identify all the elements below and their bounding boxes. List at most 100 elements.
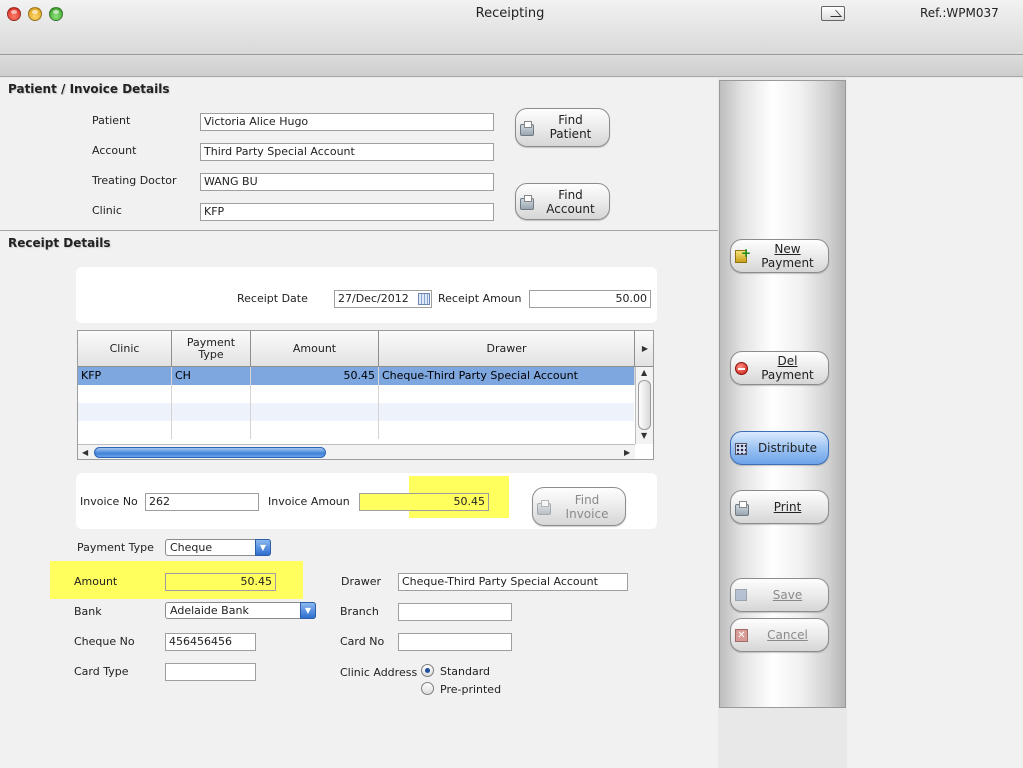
- new-payment-button[interactable]: + New Payment: [730, 239, 829, 273]
- cell-amount: 50.45: [251, 367, 379, 385]
- window-title: Receipting: [475, 6, 545, 21]
- radio-pre-printed-label: Pre-printed: [440, 683, 502, 696]
- arrow-up-icon[interactable]: ▲: [641, 368, 647, 377]
- cancel-label: Cancel: [767, 628, 808, 642]
- table-row[interactable]: KFP CH 50.45 Cheque-Third Party Special …: [78, 367, 635, 385]
- invoice-no-field[interactable]: 262: [145, 493, 259, 511]
- column-header-amount[interactable]: Amount: [251, 331, 379, 367]
- cancel-button[interactable]: ✕ Cancel: [730, 618, 829, 652]
- cell-empty: [251, 403, 379, 421]
- cell-empty: [172, 421, 251, 439]
- find-account-button[interactable]: Find Account: [515, 183, 610, 220]
- payment-type-label: Payment Type: [77, 541, 154, 554]
- branch-field[interactable]: [398, 603, 512, 621]
- clinic-field[interactable]: KFP: [200, 203, 494, 221]
- invoice-amount-field[interactable]: 50.45: [359, 493, 489, 511]
- bank-select[interactable]: Adelaide Bank ▼: [165, 602, 316, 619]
- arrow-down-icon[interactable]: ▼: [641, 431, 647, 440]
- bank-label: Bank: [74, 605, 102, 618]
- arrow-left-icon[interactable]: ◀: [82, 448, 88, 457]
- card-no-label: Card No: [340, 635, 385, 648]
- cell-drawer: Cheque-Third Party Special Account: [379, 367, 635, 385]
- treating-doctor-label: Treating Doctor: [92, 174, 177, 187]
- zoom-window-button[interactable]: [49, 7, 63, 21]
- del-payment-line1-text: Del: [777, 354, 798, 368]
- column-header-clinic[interactable]: Clinic: [78, 331, 172, 367]
- card-no-field[interactable]: [398, 633, 512, 651]
- calculator-icon: [735, 443, 747, 455]
- payments-table[interactable]: Clinic Payment Type Amount Drawer ▶ KFP …: [77, 330, 654, 460]
- find-patient-button[interactable]: Find Patient: [515, 108, 610, 147]
- receipt-date-field[interactable]: 27/Dec/2012: [334, 290, 432, 308]
- printer-icon: [735, 501, 749, 516]
- del-payment-button[interactable]: Del Payment: [730, 351, 829, 385]
- cell-empty: [251, 421, 379, 439]
- new-document-icon: +: [735, 247, 751, 263]
- chevron-down-icon[interactable]: ▼: [300, 602, 316, 619]
- chevron-right-icon: ▶: [641, 343, 649, 353]
- close-window-button[interactable]: [7, 7, 21, 21]
- chevron-down-icon[interactable]: ▼: [255, 539, 271, 556]
- column-scroll-right[interactable]: ▶: [635, 331, 653, 367]
- clinic-address-label: Clinic Address: [340, 666, 418, 679]
- branch-label: Branch: [340, 605, 379, 618]
- cell-empty: [78, 403, 172, 421]
- printer-icon: [520, 121, 534, 136]
- drawer-field[interactable]: Cheque-Third Party Special Account: [398, 573, 628, 591]
- table-horizontal-scrollbar[interactable]: ◀ ▶: [78, 444, 635, 459]
- table-vertical-scrollbar[interactable]: ▲ ▼: [635, 367, 653, 444]
- receipt-section-title: Receipt Details: [8, 236, 111, 250]
- account-field[interactable]: Third Party Special Account: [200, 143, 494, 161]
- print-button[interactable]: Print: [730, 490, 829, 524]
- find-patient-line1: Find: [558, 113, 583, 127]
- vertical-scroll-thumb[interactable]: [638, 380, 651, 430]
- patient-label: Patient: [92, 114, 131, 127]
- printer-icon: [520, 195, 534, 210]
- minimize-window-button[interactable]: [28, 7, 42, 21]
- cheque-no-label: Cheque No: [74, 635, 135, 648]
- new-payment-line2: Payment: [761, 256, 814, 270]
- receipt-amount-field[interactable]: 50.00: [529, 290, 651, 308]
- table-row-empty[interactable]: [78, 403, 634, 421]
- treating-doctor-field[interactable]: WANG BU: [200, 173, 494, 191]
- toolbar-toggle-button[interactable]: [821, 6, 845, 21]
- receipt-amount-label: Receipt Amoun: [438, 292, 522, 305]
- find-account-line2: Account: [546, 202, 595, 216]
- column-header-drawer[interactable]: Drawer: [379, 331, 635, 367]
- save-button[interactable]: Save: [730, 578, 829, 612]
- cheque-no-field[interactable]: 456456456: [165, 633, 256, 651]
- window-background: [847, 78, 1023, 768]
- horizontal-scroll-thumb[interactable]: [94, 447, 326, 458]
- invoice-amount-label: Invoice Amoun: [268, 495, 350, 508]
- bank-value: Adelaide Bank: [170, 604, 249, 617]
- patient-field[interactable]: Victoria Alice Hugo: [200, 113, 494, 131]
- find-invoice-button[interactable]: Find Invoice: [532, 487, 626, 526]
- toolbar-strip: [0, 55, 1023, 77]
- screen-reference: Ref.:WPM037: [920, 6, 999, 20]
- cell-empty: [78, 421, 172, 439]
- calendar-icon[interactable]: [418, 293, 430, 305]
- distribute-label: Distribute: [757, 441, 818, 455]
- column-header-payment-type[interactable]: Payment Type: [172, 331, 251, 367]
- radio-standard[interactable]: [421, 664, 434, 677]
- amount-field[interactable]: 50.45: [165, 573, 276, 591]
- table-row-empty[interactable]: [78, 421, 634, 439]
- cell-payment-type: CH: [172, 367, 251, 385]
- distribute-button[interactable]: Distribute: [730, 431, 829, 465]
- cell-empty: [172, 403, 251, 421]
- del-payment-line1: Del: [749, 355, 826, 368]
- new-payment-line1-text: New: [774, 242, 801, 256]
- clinic-label: Clinic: [92, 204, 122, 217]
- print-label: Print: [773, 500, 802, 514]
- payment-type-select[interactable]: Cheque ▼: [165, 539, 271, 556]
- radio-pre-printed[interactable]: [421, 682, 434, 695]
- table-row-empty[interactable]: [78, 385, 634, 403]
- floppy-disk-icon: [735, 589, 747, 601]
- find-patient-line2: Patient: [549, 127, 592, 141]
- del-payment-line2: Payment: [761, 368, 814, 382]
- card-type-label: Card Type: [74, 665, 129, 678]
- find-invoice-line1: Find: [574, 493, 600, 507]
- arrow-right-icon[interactable]: ▶: [624, 448, 630, 457]
- receipt-date-value: 27/Dec/2012: [338, 292, 409, 305]
- card-type-field[interactable]: [165, 663, 256, 681]
